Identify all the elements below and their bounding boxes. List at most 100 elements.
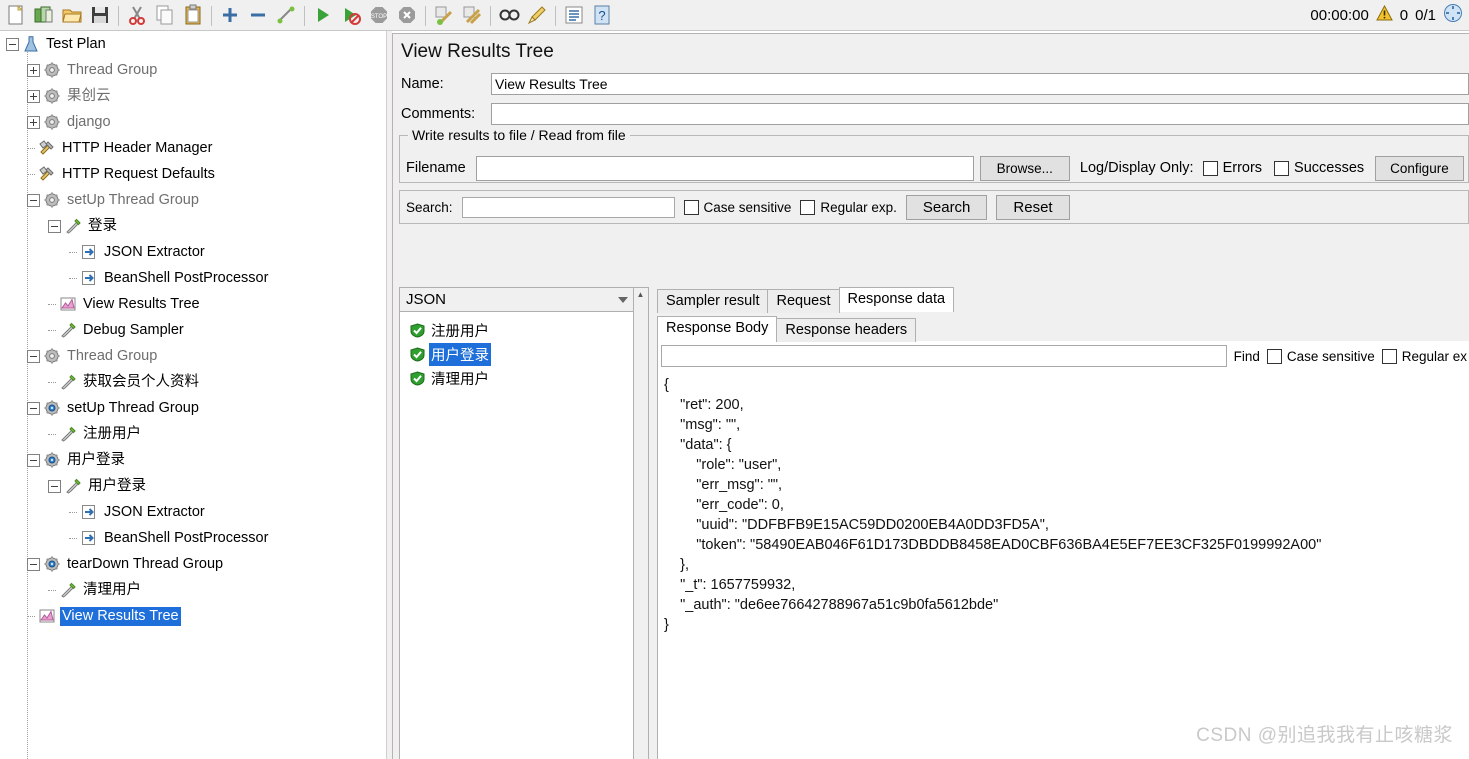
tree-node[interactable]: Debug Sampler xyxy=(0,317,386,343)
new-icon[interactable] xyxy=(2,2,30,29)
expand-node-icon[interactable] xyxy=(27,89,40,103)
collapse-node-icon[interactable] xyxy=(27,349,40,363)
result-entry[interactable]: 注册用户 xyxy=(400,318,633,342)
sampler-icon xyxy=(58,373,77,392)
collapse-node-icon[interactable] xyxy=(48,479,61,493)
tree-node[interactable]: 果创云 xyxy=(0,83,386,109)
tree-node[interactable]: HTTP Header Manager xyxy=(0,135,386,161)
tab-sampler-result[interactable]: Sampler result xyxy=(657,289,769,313)
tree-node[interactable]: BeanShell PostProcessor xyxy=(0,265,386,291)
collapse-icon[interactable] xyxy=(244,2,272,29)
test-plan-tree[interactable]: Test Plan Thread Group 果创云 django HTTP Heade… xyxy=(0,31,387,759)
tree-node[interactable]: 注册用户 xyxy=(0,421,386,447)
tab-response-data[interactable]: Response data xyxy=(838,287,955,312)
tree-node[interactable]: setUp Thread Group xyxy=(0,187,386,213)
results-tree-list[interactable]: JSON 注册用户用户登录清理用户 Scroll automatically? xyxy=(399,287,634,759)
reset-button[interactable]: Reset xyxy=(996,194,1070,220)
filename-input[interactable] xyxy=(475,155,974,181)
find-case-sensitive-checkbox[interactable] xyxy=(1266,348,1282,364)
tree-leaf-connector xyxy=(69,538,79,539)
tree-node[interactable]: 获取会员个人资料 xyxy=(0,369,386,395)
expand-node-icon[interactable] xyxy=(27,115,40,129)
tree-node[interactable]: setUp Thread Group xyxy=(0,395,386,421)
search-reset-icon[interactable] xyxy=(523,2,551,29)
search-icon[interactable] xyxy=(495,2,523,29)
tree-node[interactable]: BeanShell PostProcessor xyxy=(0,525,386,551)
shutdown-icon[interactable] xyxy=(393,2,421,29)
find-regex-checkbox[interactable] xyxy=(1381,348,1397,364)
sampler-icon xyxy=(63,477,82,496)
save-icon[interactable] xyxy=(86,2,114,29)
expand-icon[interactable] xyxy=(216,2,244,29)
errors-checkbox[interactable] xyxy=(1202,160,1218,176)
tree-node[interactable]: 清理用户 xyxy=(0,577,386,603)
find-regex-label: Regular ex xyxy=(1401,348,1467,364)
tree-node[interactable]: Thread Group xyxy=(0,57,386,83)
renderer-combo[interactable]: JSON xyxy=(400,288,633,312)
templates-icon[interactable] xyxy=(30,2,58,29)
post-processor-icon xyxy=(79,269,98,288)
successes-checkbox[interactable] xyxy=(1274,160,1290,176)
result-entry-label: 用户登录 xyxy=(429,342,491,366)
expand-node-icon[interactable] xyxy=(27,63,40,77)
search-case-sensitive-checkbox[interactable] xyxy=(683,199,699,215)
tree-node[interactable]: 登录 xyxy=(0,213,386,239)
tree-node[interactable]: View Results Tree xyxy=(0,603,386,629)
setup-thread-group-icon xyxy=(42,451,61,470)
subtab-response-body[interactable]: Response Body xyxy=(657,316,778,341)
paste-icon[interactable] xyxy=(179,2,207,29)
scroll-up-icon[interactable]: ▲ xyxy=(634,288,647,301)
find-input[interactable] xyxy=(661,345,1227,367)
tree-node[interactable]: JSON Extractor xyxy=(0,239,386,265)
collapse-node-icon[interactable] xyxy=(27,557,40,571)
collapse-node-icon[interactable] xyxy=(27,193,40,207)
results-tree-scrollbar[interactable]: ▲ ▼ xyxy=(634,287,649,759)
tree-node[interactable]: Thread Group xyxy=(0,343,386,369)
response-subtabs[interactable]: Response Body Response headers xyxy=(657,315,1469,342)
collapse-node-icon[interactable] xyxy=(27,401,40,415)
collapse-node-icon[interactable] xyxy=(6,37,19,51)
sampler-icon xyxy=(63,217,82,236)
copy-icon[interactable] xyxy=(151,2,179,29)
browse-button[interactable]: Browse... xyxy=(979,155,1070,181)
response-tabs[interactable]: Sampler result Request Response data xyxy=(657,287,1469,313)
stop-icon[interactable]: STOP xyxy=(365,2,393,29)
tree-node[interactable]: 用户登录 xyxy=(0,447,386,473)
search-regex-checkbox[interactable] xyxy=(800,199,816,215)
clear-icon[interactable] xyxy=(430,2,458,29)
results-entries[interactable]: 注册用户 用户登录 清理用户 xyxy=(400,312,633,759)
search-case-sensitive-label: Case sensitive xyxy=(703,199,792,215)
tree-leaf-connector xyxy=(48,330,58,331)
name-input[interactable] xyxy=(491,73,1469,95)
subtab-response-headers[interactable]: Response headers xyxy=(776,318,917,342)
tree-leaf-connector xyxy=(69,278,79,279)
open-icon[interactable] xyxy=(58,2,86,29)
tree-node[interactable]: Test Plan xyxy=(0,31,386,57)
start-icon[interactable] xyxy=(309,2,337,29)
tab-request[interactable]: Request xyxy=(767,289,840,313)
renderer-selected-value: JSON xyxy=(406,291,447,308)
toggle-icon[interactable] xyxy=(272,2,300,29)
tree-node[interactable]: View Results Tree xyxy=(0,291,386,317)
tree-node[interactable]: JSON Extractor xyxy=(0,499,386,525)
warning-count: 0 xyxy=(1399,6,1409,24)
result-entry[interactable]: 清理用户 xyxy=(400,366,633,390)
tree-node[interactable]: 用户登录 xyxy=(0,473,386,499)
tree-leaf-connector xyxy=(48,434,58,435)
tree-node-label: 用户登录 xyxy=(88,477,146,494)
tree-node[interactable]: tearDown Thread Group xyxy=(0,551,386,577)
clear-all-icon[interactable] xyxy=(458,2,486,29)
search-input[interactable] xyxy=(461,196,675,218)
help-icon[interactable]: ? xyxy=(588,2,616,29)
collapse-node-icon[interactable] xyxy=(27,453,40,467)
cut-icon[interactable] xyxy=(123,2,151,29)
tree-node[interactable]: HTTP Request Defaults xyxy=(0,161,386,187)
search-button[interactable]: Search xyxy=(905,194,988,220)
function-helper-icon[interactable] xyxy=(560,2,588,29)
configure-button[interactable]: Configure xyxy=(1375,155,1464,181)
start-no-pauses-icon[interactable] xyxy=(337,2,365,29)
collapse-node-icon[interactable] xyxy=(48,219,61,233)
tree-node[interactable]: django xyxy=(0,109,386,135)
result-entry[interactable]: 用户登录 xyxy=(400,342,633,366)
comments-input[interactable] xyxy=(491,103,1469,125)
